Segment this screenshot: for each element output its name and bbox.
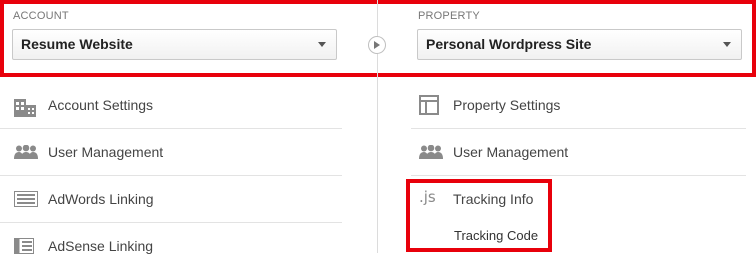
property-select-value: Personal Wordpress Site [426,36,592,52]
account-label: ACCOUNT [13,10,69,22]
users-icon [14,145,38,159]
property-select[interactable]: Personal Wordpress Site [417,29,742,60]
property-label: PROPERTY [418,10,480,22]
tracking-info-link[interactable]: .js Tracking Info [419,176,544,222]
account-settings-link[interactable]: Account Settings [14,82,342,128]
adwords-linking-label: AdWords Linking [48,191,154,207]
adwords-linking-link[interactable]: AdWords Linking [14,176,342,222]
property-settings-link[interactable]: Property Settings [419,82,747,128]
adsense-icon [14,238,34,254]
property-user-management-label: User Management [453,144,569,160]
layout-icon [419,95,439,115]
arrow-right-icon [368,36,386,54]
js-icon: .js [419,188,436,206]
property-user-management-link[interactable]: User Management [419,129,747,175]
adsense-linking-label: AdSense Linking [48,238,154,254]
building-icon [14,99,36,117]
account-select-value: Resume Website [21,36,133,52]
users-icon [419,145,443,159]
adwords-icon [14,191,38,207]
property-settings-label: Property Settings [453,97,561,113]
account-user-management-label: User Management [48,144,164,160]
account-settings-label: Account Settings [48,97,154,113]
tracking-info-label: Tracking Info [453,191,534,207]
tracking-code-link[interactable]: Tracking Code [454,228,538,243]
account-user-management-link[interactable]: User Management [14,129,342,175]
account-select[interactable]: Resume Website [12,29,337,60]
chevron-down-icon [318,42,326,47]
adsense-linking-link[interactable]: AdSense Linking [14,223,342,269]
chevron-down-icon [723,42,731,47]
